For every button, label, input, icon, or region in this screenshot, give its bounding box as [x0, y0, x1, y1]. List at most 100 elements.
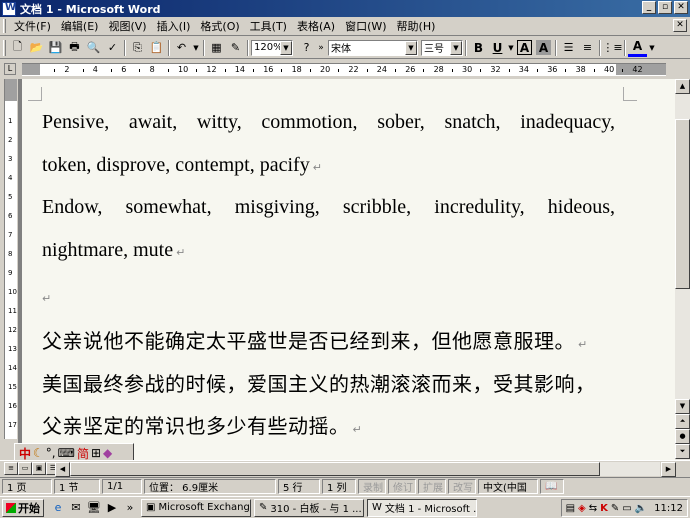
character-border-button[interactable]: A	[517, 40, 532, 55]
menu-tools[interactable]: 工具(T)	[245, 18, 292, 34]
desktop-icon[interactable]: 🖥	[86, 500, 102, 516]
scroll-left-icon[interactable]: ◀	[55, 462, 70, 477]
table-icon[interactable]: ▦	[207, 39, 226, 57]
scroll-right-icon[interactable]: ▶	[661, 462, 676, 477]
justify-icon[interactable]: ☰	[559, 39, 578, 57]
print-view-icon[interactable]: ▣	[32, 462, 46, 475]
print-icon[interactable]: 🖶	[65, 39, 84, 57]
save-icon[interactable]: 💾	[46, 39, 65, 57]
font-select[interactable]: 宋体 ▼	[328, 39, 418, 56]
toolbar-options-icon[interactable]: »	[316, 39, 326, 57]
ruler-tick-mark	[366, 69, 368, 72]
menu-table[interactable]: 表格(A)	[292, 18, 340, 34]
menu-view[interactable]: 视图(V)	[103, 18, 151, 34]
open-folder-icon[interactable]: 📂	[27, 39, 46, 57]
align-center-icon[interactable]: ≡	[578, 39, 597, 57]
tray-antivirus-icon[interactable]: ◈	[578, 503, 586, 514]
paste-icon[interactable]: 📋	[147, 39, 166, 57]
task-word[interactable]: W 文档 1 - Microsoft ...	[367, 498, 477, 517]
vertical-scroll-thumb[interactable]	[675, 119, 690, 289]
menu-file[interactable]: 文件(F)	[9, 18, 56, 34]
punctuation-icon[interactable]: °,	[46, 446, 56, 460]
previous-page-icon[interactable]: ⏶	[675, 414, 690, 429]
word-doc-icon: W	[372, 502, 382, 513]
chevron-down-icon[interactable]: ▼	[405, 40, 417, 55]
start-button[interactable]: 开始	[2, 498, 44, 517]
font-color-dropdown-icon[interactable]: ▼	[647, 39, 657, 57]
select-browse-object-icon[interactable]: ●	[675, 429, 690, 444]
menu-grip[interactable]	[3, 19, 6, 33]
size-value: 三号	[424, 44, 444, 55]
tray-network-icon[interactable]: ⇆	[589, 503, 597, 514]
spelling-icon[interactable]: ✓	[103, 39, 122, 57]
vertical-ruler-tick-label: 8	[8, 250, 13, 258]
task-whiteboard[interactable]: ✎ 310 - 白板 - 与 1 ...	[254, 498, 364, 517]
ime-simplified-mode[interactable]: 简	[77, 445, 89, 462]
status-record[interactable]: 录制	[358, 479, 386, 494]
next-page-icon[interactable]: ⏷	[675, 444, 690, 459]
vertical-ruler[interactable]: 123456789101112131415161718	[4, 79, 17, 439]
status-extend[interactable]: 扩展	[418, 479, 446, 494]
underline-dropdown-icon[interactable]: ▼	[507, 39, 515, 57]
menu-insert[interactable]: 插入(I)	[152, 18, 196, 34]
menu-window[interactable]: 窗口(W)	[340, 18, 391, 34]
new-document-icon[interactable]: 🗋	[8, 39, 27, 57]
ruler-tick-label: 6	[121, 65, 127, 74]
doc-close-button[interactable]: ✕	[673, 19, 687, 32]
tray-volume-icon[interactable]: 🔈	[635, 503, 647, 514]
menu-help[interactable]: 帮助(H)	[392, 18, 441, 34]
font-color-button[interactable]: A	[628, 39, 647, 57]
vertical-scrollbar[interactable]: ▲ ▼ ⏶ ● ⏷	[675, 79, 690, 460]
character-shading-button[interactable]: A	[536, 40, 551, 55]
tray-display-icon[interactable]: ▭	[622, 503, 631, 514]
ime-chinese-mode[interactable]: 中	[19, 445, 31, 462]
tray-k-icon[interactable]: K	[600, 503, 608, 514]
clock[interactable]: 11:12	[654, 503, 683, 514]
status-overtype[interactable]: 改写	[448, 479, 476, 494]
numbering-icon[interactable]: ⋮≡	[602, 39, 622, 57]
status-track-changes[interactable]: 修订	[388, 479, 416, 494]
bold-button[interactable]: B	[469, 39, 488, 57]
ruler-tick-mark	[224, 69, 226, 72]
toolbar-grip[interactable]	[3, 39, 6, 56]
tray-monitor-icon[interactable]: ▤	[566, 503, 575, 514]
spelling-status-icon[interactable]: 📖	[540, 479, 564, 494]
tab-selector[interactable]: L	[4, 63, 16, 75]
task-exchange[interactable]: ▣ Microsoft Exchange...	[141, 498, 251, 517]
vertical-ruler-tick-label: 9	[8, 269, 13, 277]
ie-icon[interactable]: e	[50, 500, 66, 516]
print-preview-icon[interactable]: 🔍	[84, 39, 103, 57]
horizontal-ruler[interactable]: 2 4 6 8 10 12 14 16 18 20 22 24 26 28 30 32 34 36 38 40 42	[22, 63, 666, 76]
scroll-down-icon[interactable]: ▼	[675, 399, 690, 414]
chevron-down-icon[interactable]: ▼	[450, 40, 462, 55]
horizontal-scrollbar[interactable]	[70, 462, 660, 476]
softkeyboard-icon[interactable]: ⊞	[91, 446, 101, 460]
underline-button[interactable]: U	[488, 39, 507, 57]
chevron-down-icon[interactable]: ▼	[280, 40, 292, 55]
more-launch-icon[interactable]: »	[122, 500, 138, 516]
keyboard-icon[interactable]: ⌨	[58, 446, 75, 460]
moon-icon[interactable]: ☾	[33, 446, 44, 460]
horizontal-scroll-thumb[interactable]	[70, 462, 600, 476]
word-app-icon[interactable]	[2, 1, 16, 16]
minimize-button[interactable]: _	[642, 1, 656, 14]
undo-dropdown-icon[interactable]: ▼	[191, 39, 201, 57]
menu-edit[interactable]: 编辑(E)	[56, 18, 104, 34]
normal-view-icon[interactable]: ≡	[4, 462, 18, 475]
ime-menu-icon[interactable]: ◆	[103, 446, 112, 460]
help-icon[interactable]: ?	[297, 39, 316, 57]
media-icon[interactable]: ▶	[104, 500, 120, 516]
scroll-up-icon[interactable]: ▲	[675, 79, 690, 94]
copy-icon[interactable]: ⎘	[128, 39, 147, 57]
tray-ime-icon[interactable]: ✎	[611, 503, 619, 514]
web-view-icon[interactable]: ▭	[18, 462, 32, 475]
document-page[interactable]: Pensive, await, witty, commotion, sober,…	[22, 79, 675, 460]
outlook-icon[interactable]: ✉	[68, 500, 84, 516]
drawing-icon[interactable]: ✎	[226, 39, 245, 57]
size-select[interactable]: 三号 ▼	[421, 39, 463, 56]
undo-icon[interactable]: ↶	[172, 39, 191, 57]
zoom-select[interactable]: 120% ▼	[251, 39, 293, 56]
menu-format[interactable]: 格式(O)	[195, 18, 244, 34]
close-button[interactable]: ✕	[674, 1, 688, 14]
maximize-button[interactable]: ▫	[658, 1, 672, 14]
